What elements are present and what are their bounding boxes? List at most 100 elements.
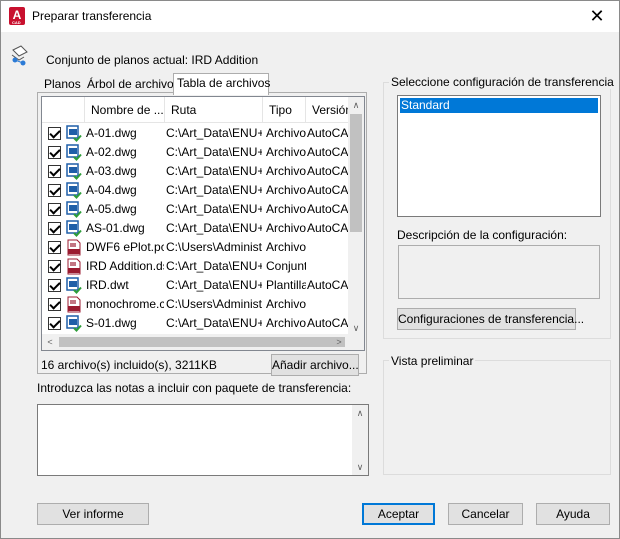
config-item-standard[interactable]: Standard bbox=[400, 98, 598, 113]
cell-path: C:\Users\Administra bbox=[166, 297, 262, 311]
cell-name: A-04.dwg bbox=[86, 183, 137, 197]
vertical-scroll-thumb[interactable] bbox=[350, 114, 362, 232]
cell-type: Archivo bbox=[266, 221, 306, 235]
ctb-file-icon bbox=[67, 296, 81, 313]
cell-name: AS-01.dwg bbox=[86, 221, 145, 235]
config-description-label: Descripción de la configuración: bbox=[397, 228, 568, 242]
vertical-scrollbar[interactable]: ∧ ∨ bbox=[348, 97, 364, 336]
table-row[interactable]: AS-01.dwg C:\Art_Data\ENU+D ArchivoAutoCAD bbox=[42, 219, 352, 238]
config-group-label: Seleccione configuración de transferenci… bbox=[389, 75, 616, 89]
cell-type: Archivo bbox=[266, 316, 306, 330]
transfer-configs-button[interactable]: Configuraciones de transferencia... bbox=[397, 308, 584, 330]
horizontal-scroll-thumb[interactable] bbox=[59, 337, 345, 347]
cell-name: A-03.dwg bbox=[86, 164, 137, 178]
table-header: Nombre de ... Ruta Tipo Versión bbox=[42, 97, 352, 123]
cell-type: Archivo bbox=[266, 164, 306, 178]
column-header-type[interactable]: Tipo bbox=[263, 97, 306, 123]
transfer-dialog: A CAD Preparar transferencia ✕ Conjunto … bbox=[0, 0, 620, 539]
dwg-file-icon bbox=[66, 125, 82, 142]
include-checkbox[interactable] bbox=[48, 279, 61, 292]
include-checkbox[interactable] bbox=[48, 222, 61, 235]
table-row[interactable]: IRD Addition.dstC:\Art_Data\ENU+D Conjunt bbox=[42, 257, 352, 276]
app-icon-sub: CAD bbox=[12, 20, 21, 25]
include-checkbox[interactable] bbox=[48, 165, 61, 178]
cell-path: C:\Art_Data\ENU+D bbox=[166, 278, 262, 292]
scroll-up-arrow[interactable]: ∧ bbox=[348, 97, 364, 113]
include-checkbox[interactable] bbox=[48, 298, 61, 311]
file-table-panel: Nombre de ... Ruta Tipo Versión A-01.dwg… bbox=[37, 92, 367, 376]
cell-version: AutoCAD bbox=[307, 221, 352, 235]
accept-button[interactable]: Aceptar bbox=[362, 503, 435, 525]
current-sheetset-label: Conjunto de planos actual: IRD Addition bbox=[46, 53, 259, 67]
title-bar: A CAD Preparar transferencia ✕ bbox=[1, 1, 619, 32]
cell-name: S-01.dwg bbox=[86, 316, 137, 330]
cell-path: C:\Art_Data\ENU+D bbox=[166, 145, 262, 159]
cell-version: AutoCAD bbox=[307, 126, 352, 140]
autocad-app-icon: A CAD bbox=[9, 7, 25, 25]
config-description-box bbox=[398, 245, 600, 299]
table-row[interactable]: IRD.dwt C:\Art_Data\ENU+D PlantillaAutoCAD bbox=[42, 276, 352, 295]
table-row[interactable]: A-04.dwg C:\Art_Data\ENU+D ArchivoAutoCAD bbox=[42, 181, 352, 200]
table-row[interactable]: A-05.dwg C:\Art_Data\ENU+D ArchivoAutoCAD bbox=[42, 200, 352, 219]
cell-path: C:\Art_Data\ENU+D bbox=[166, 259, 262, 273]
scroll-left-arrow[interactable]: < bbox=[42, 334, 58, 350]
include-checkbox[interactable] bbox=[48, 241, 61, 254]
table-body: A-01.dwgC:\Art_Data\ENU+DArchivoAutoCADA… bbox=[42, 124, 352, 333]
dwg-file-icon bbox=[66, 201, 82, 218]
cell-path: C:\Art_Data\ENU+D bbox=[166, 183, 262, 197]
config-list[interactable]: Standard bbox=[397, 95, 601, 217]
cell-version: AutoCAD bbox=[307, 202, 352, 216]
dwg-file-icon bbox=[66, 277, 82, 294]
cell-type: Archivo bbox=[266, 297, 306, 311]
dst-file-icon bbox=[67, 258, 81, 275]
column-header-version[interactable]: Versión bbox=[306, 97, 352, 123]
tab-tabla-archivos[interactable]: Tabla de archivos bbox=[173, 73, 270, 95]
column-header-path[interactable]: Ruta bbox=[165, 97, 263, 123]
table-row[interactable]: S-01.dwg C:\Art_Data\ENU+D ArchivoAutoCAD bbox=[42, 314, 352, 333]
cell-path: C:\Users\Administra bbox=[166, 240, 262, 254]
cell-type: Archivo bbox=[266, 240, 306, 254]
cell-version bbox=[307, 257, 352, 276]
include-checkbox[interactable] bbox=[48, 260, 61, 273]
dwg-file-icon bbox=[66, 315, 82, 332]
table-row[interactable]: monochrome.ctbC:\Users\Administra Archivo bbox=[42, 295, 352, 314]
add-file-button[interactable]: Añadir archivo... bbox=[271, 354, 359, 376]
view-report-button[interactable]: Ver informe bbox=[37, 503, 149, 525]
help-button[interactable]: Ayuda bbox=[536, 503, 610, 525]
horizontal-scrollbar[interactable]: < > bbox=[42, 334, 364, 350]
cell-name: A-01.dwg bbox=[86, 126, 137, 140]
notes-scroll-down-arrow[interactable]: ∨ bbox=[352, 459, 368, 475]
include-checkbox[interactable] bbox=[48, 127, 61, 140]
scroll-right-arrow[interactable]: > bbox=[331, 334, 347, 350]
cancel-button[interactable]: Cancelar bbox=[448, 503, 523, 525]
notes-label: Introduzca las notas a incluir con paque… bbox=[37, 381, 352, 395]
table-row[interactable]: A-01.dwg C:\Art_Data\ENU+D ArchivoAutoCAD bbox=[42, 124, 352, 143]
preview-group-label: Vista preliminar bbox=[389, 354, 476, 368]
header-spacer bbox=[42, 97, 85, 123]
notes-scroll-up-arrow[interactable]: ∧ bbox=[352, 405, 368, 421]
table-row[interactable]: DWF6 ePlot.pc3C:\Users\Administra Archivo bbox=[42, 238, 352, 257]
cell-version: AutoCAD bbox=[307, 164, 352, 178]
cell-name: A-05.dwg bbox=[86, 202, 137, 216]
cell-type: Archivo bbox=[266, 126, 306, 140]
cell-version: AutoCAD bbox=[307, 145, 352, 159]
cell-type: Archivo bbox=[266, 145, 306, 159]
notes-textarea[interactable]: ∧ ∨ bbox=[37, 404, 369, 476]
cell-path: C:\Art_Data\ENU+D bbox=[166, 126, 262, 140]
include-checkbox[interactable] bbox=[48, 203, 61, 216]
close-button[interactable]: ✕ bbox=[575, 1, 619, 32]
table-row[interactable]: A-02.dwg C:\Art_Data\ENU+D ArchivoAutoCAD bbox=[42, 143, 352, 162]
notes-scrollbar[interactable]: ∧ ∨ bbox=[352, 405, 368, 475]
cell-path: C:\Art_Data\ENU+D bbox=[166, 316, 262, 330]
include-checkbox[interactable] bbox=[48, 317, 61, 330]
dwg-file-icon bbox=[66, 182, 82, 199]
file-summary: 16 archivo(s) incluido(s), 3211KB bbox=[41, 358, 217, 372]
cell-version: AutoCAD bbox=[307, 183, 352, 197]
table-row[interactable]: A-03.dwg C:\Art_Data\ENU+D ArchivoAutoCAD bbox=[42, 162, 352, 181]
include-checkbox[interactable] bbox=[48, 184, 61, 197]
cell-version: AutoCAD bbox=[307, 316, 352, 330]
cell-type: Archivo bbox=[266, 183, 306, 197]
column-header-name[interactable]: Nombre de ... bbox=[85, 97, 165, 123]
cell-path: C:\Art_Data\ENU+D bbox=[166, 164, 262, 178]
include-checkbox[interactable] bbox=[48, 146, 61, 159]
